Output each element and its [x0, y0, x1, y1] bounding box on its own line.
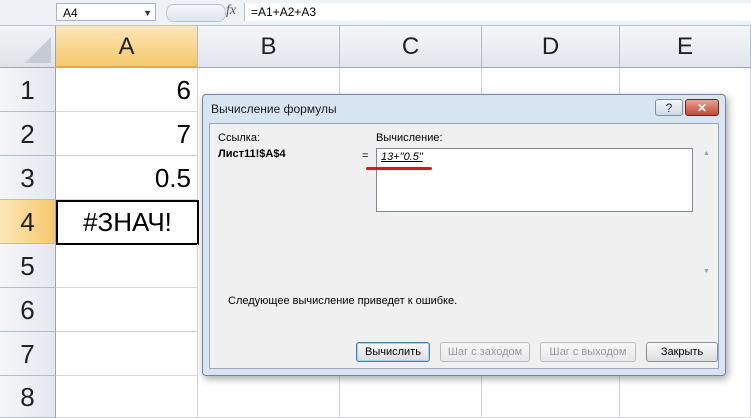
equals-sign: = [362, 150, 369, 162]
evaluation-value: 13+"0.5" [381, 151, 423, 163]
insert-function-icon[interactable]: fx [226, 3, 236, 19]
evaluate-button[interactable]: Вычислить [356, 342, 430, 362]
row-header-8[interactable]: 8 [0, 376, 56, 418]
row-header-3[interactable]: 3 [0, 156, 56, 200]
close-button[interactable]: Закрыть [646, 342, 718, 362]
column-header-a[interactable]: A [56, 26, 198, 68]
row-header-6[interactable]: 6 [0, 288, 56, 332]
column-header-e[interactable]: E [620, 26, 751, 68]
evaluation-scrollbar[interactable]: ▲ ▼ [701, 148, 715, 282]
scroll-up-icon[interactable]: ▲ [703, 150, 710, 157]
cell-a1[interactable]: 6 [56, 68, 198, 112]
help-button[interactable]: ? [655, 99, 683, 116]
cell-a2[interactable]: 7 [56, 112, 198, 156]
row-header-7[interactable]: 7 [0, 332, 56, 376]
dialog-close-icon[interactable]: ✕ [685, 99, 719, 116]
row-header-2[interactable]: 2 [0, 112, 56, 156]
row-header-5[interactable]: 5 [0, 244, 56, 288]
evaluation-label: Вычисление: [376, 132, 443, 144]
evaluate-formula-dialog: Вычисление формулы ? ✕ Ссылка: Лист11!$A… [202, 94, 726, 376]
cell-a8[interactable] [56, 376, 198, 418]
scroll-down-icon[interactable]: ▼ [703, 268, 710, 275]
step-in-button[interactable]: Шаг с заходом [440, 342, 530, 362]
chevron-down-icon[interactable]: ▼ [143, 4, 152, 22]
name-box[interactable]: A4 ▼ [56, 3, 156, 21]
cell-a5[interactable] [56, 244, 198, 288]
step-out-button[interactable]: Шаг с выходом [540, 342, 636, 362]
cell-a3[interactable]: 0.5 [56, 156, 198, 200]
name-box-value: A4 [63, 6, 78, 20]
dialog-body: Ссылка: Лист11!$A$4 = Вычисление: 13+"0.… [209, 123, 719, 369]
column-header-c[interactable]: C [340, 26, 482, 68]
cell-a6[interactable] [56, 288, 198, 332]
reference-value: Лист11!$A$4 [218, 148, 286, 160]
cell-a4[interactable]: #ЗНАЧ! [56, 200, 199, 245]
row-header-4[interactable]: 4 [0, 200, 56, 244]
reference-label: Ссылка: [218, 132, 260, 144]
formula-bar-splitter[interactable] [166, 4, 226, 22]
select-all-button[interactable] [0, 26, 56, 68]
dialog-title: Вычисление формулы [211, 102, 337, 116]
red-underline-annotation [366, 167, 432, 170]
column-header-b[interactable]: B [198, 26, 340, 68]
cell-a7[interactable] [56, 332, 198, 376]
formula-input[interactable]: =A1+A2+A3 [244, 3, 751, 21]
row-header-1[interactable]: 1 [0, 68, 56, 112]
formula-text: =A1+A2+A3 [251, 5, 317, 19]
error-message: Следующее вычисление приведет к ошибке. [228, 295, 458, 307]
evaluation-box[interactable]: 13+"0.5" [376, 148, 693, 212]
formula-bar: A4 ▼ fx =A1+A2+A3 [0, 0, 751, 26]
column-header-d[interactable]: D [482, 26, 620, 68]
select-all-triangle-icon [25, 37, 51, 63]
